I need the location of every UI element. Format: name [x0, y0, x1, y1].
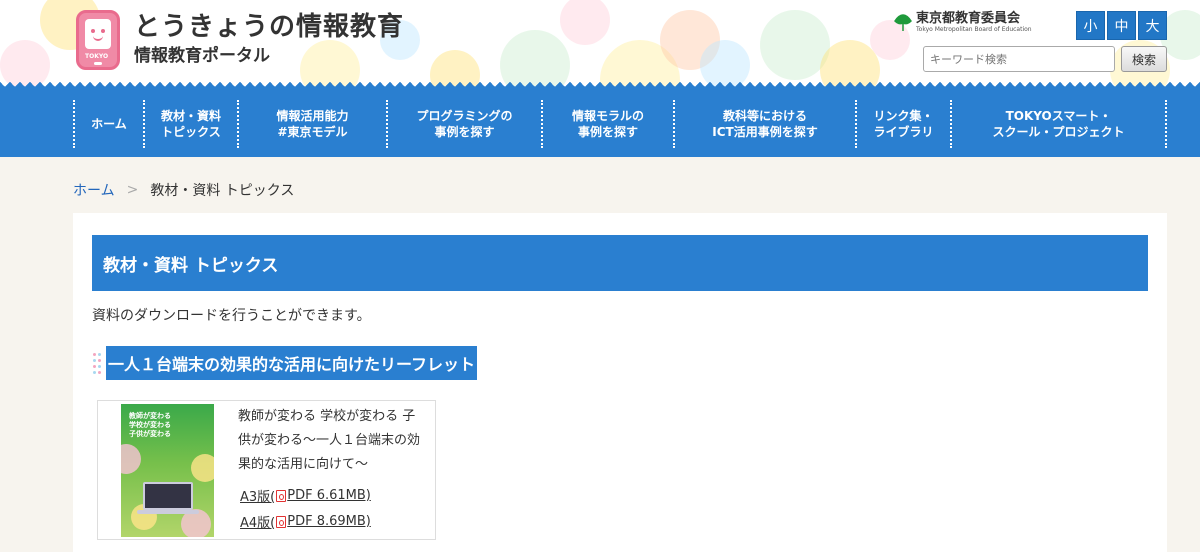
page-title: 教材・資料 トピックス [92, 235, 1148, 291]
ginkgo-leaf-icon [894, 14, 912, 31]
nav-item-programming[interactable]: プログラミングの 事例を探す [386, 100, 541, 148]
download-link-a4[interactable]: A4版( PDF 8.69MB) [240, 512, 371, 531]
font-size-switcher: 小 中 大 [1076, 11, 1169, 40]
nav-item-smart-school[interactable]: TOKYOスマート・ スクール・プロジェクト [950, 100, 1167, 148]
header-zigzag-divider [0, 82, 1200, 92]
breadcrumb-current: 教材・資料 トピックス [150, 183, 295, 199]
board-of-education-logo[interactable]: 東京都教育委員会 Tokyo Metropolitan Board of Edu… [893, 12, 1032, 34]
mascot-tablet-icon: TOKYO [76, 10, 120, 70]
font-size-medium-button[interactable]: 中 [1107, 11, 1136, 40]
item-description: 教師が変わる 学校が変わる 子供が変わる～一人１台端末の効果的な活用に向けて～ [238, 409, 421, 472]
nav-item-info-literacy[interactable]: 情報活用能力 #東京モデル [237, 100, 386, 148]
nav-item-ict-cases[interactable]: 教科等における ICT活用事例を探す [673, 100, 855, 148]
global-nav: ホーム 教材・資料 トピックス 情報活用能力 #東京モデル プログラミングの 事… [0, 92, 1200, 157]
font-size-small-button[interactable]: 小 [1076, 11, 1105, 40]
site-header: TOKYO とうきょうの情報教育 情報教育ポータル 東京都教育委員会 Tokyo… [0, 0, 1200, 92]
search-input[interactable] [923, 46, 1115, 72]
section-title: 一人１台端末の効果的な活用に向けたリーフレット [106, 346, 478, 380]
thumbnail-title: 教師が変わる 学校が変わる 子供が変わる [129, 412, 171, 438]
site-subtitle: 情報教育ポータル [134, 46, 270, 66]
nav-item-links[interactable]: リンク集・ ライブラリ [855, 100, 950, 148]
pdf-icon [276, 489, 287, 502]
nav-item-home[interactable]: ホーム [73, 100, 143, 148]
site-title: とうきょうの情報教育 [134, 12, 405, 42]
pdf-icon [276, 515, 287, 528]
leaflet-thumbnail[interactable]: 教師が変わる 学校が変わる 子供が変わる [121, 404, 214, 537]
search-button[interactable]: 検索 [1121, 46, 1167, 72]
breadcrumb-home-link[interactable]: ホーム [73, 180, 115, 200]
breadcrumb: ホーム > 教材・資料 トピックス [73, 180, 294, 200]
nav-item-materials[interactable]: 教材・資料 トピックス [143, 100, 237, 148]
dotted-marker-icon [92, 351, 104, 375]
laptop-icon [143, 482, 193, 510]
section-heading: 一人１台端末の効果的な活用に向けたリーフレット [92, 346, 478, 380]
nav-item-info-morals[interactable]: 情報モラルの 事例を探す [541, 100, 673, 148]
download-item: 教師が変わる 学校が変わる 子供が変わる 教師が変わる 学校が変わる 子供が変わ… [97, 400, 436, 540]
site-search: 検索 [923, 46, 1167, 72]
download-link-a3[interactable]: A3版( PDF 6.61MB) [240, 486, 371, 505]
intro-text: 資料のダウンロードを行うことができます。 [92, 308, 371, 324]
breadcrumb-separator: > [126, 182, 139, 198]
font-size-large-button[interactable]: 大 [1138, 11, 1167, 40]
site-logo[interactable]: TOKYO とうきょうの情報教育 情報教育ポータル [76, 10, 404, 70]
main-content: 教材・資料 トピックス 資料のダウンロードを行うことができます。 一人１台端末の… [73, 213, 1167, 552]
